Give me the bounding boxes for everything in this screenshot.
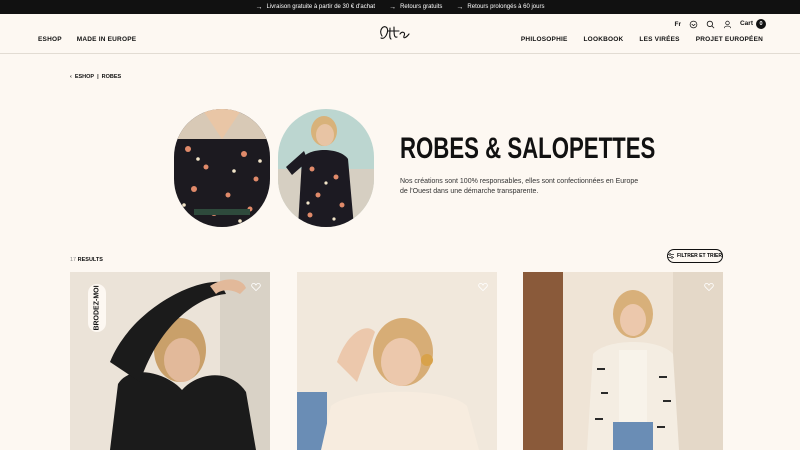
globe-icon[interactable] xyxy=(689,20,698,29)
product-badge: BRODEZ-MOI xyxy=(88,284,106,332)
header-utilities: Fr Cart 0 xyxy=(674,19,766,29)
promo-item[interactable]: → Retours gratuits xyxy=(389,4,442,11)
heart-icon[interactable] xyxy=(478,282,488,292)
primary-nav-right: PHILOSOPHIE LOOKBOOK LES VIRÉES PROJET E… xyxy=(521,36,763,43)
product-image xyxy=(523,272,723,450)
search-icon[interactable] xyxy=(706,20,715,29)
language-selector[interactable]: Fr xyxy=(674,21,681,28)
promo-item[interactable]: → Retours prolongés à 60 jours xyxy=(456,4,544,11)
hero-image-dress-closeup xyxy=(174,109,270,227)
breadcrumb-separator: | xyxy=(97,74,99,80)
promo-item[interactable]: → Livraison gratuite à partir de 30 € d'a… xyxy=(256,4,376,11)
nav-item-les-virees[interactable]: LES VIRÉES xyxy=(639,36,679,43)
filter-sort-button[interactable]: FILTRER ET TRIER xyxy=(667,249,723,263)
product-image xyxy=(297,272,497,450)
filter-icon xyxy=(668,253,675,259)
product-card[interactable] xyxy=(523,272,723,450)
nav-item-made-in-europe[interactable]: MADE IN EUROPE xyxy=(77,36,137,43)
cart-button[interactable]: Cart 0 xyxy=(740,19,766,29)
announcement-bar: → Livraison gratuite à partir de 30 € d'a… xyxy=(0,0,800,14)
nav-item-projet-europeen[interactable]: PROJET EUROPÉEN xyxy=(696,36,763,43)
arrow-right-icon: → xyxy=(255,3,263,11)
heart-icon[interactable] xyxy=(704,282,714,292)
breadcrumb: ‹ ESHOP | ROBES xyxy=(70,74,121,80)
account-icon[interactable] xyxy=(723,20,732,29)
nav-item-lookbook[interactable]: LOOKBOOK xyxy=(584,36,624,43)
arrow-right-icon: → xyxy=(389,3,397,11)
primary-nav-left: ESHOP MADE IN EUROPE xyxy=(38,36,136,43)
product-card[interactable] xyxy=(297,272,497,450)
breadcrumb-item-eshop[interactable]: ESHOP xyxy=(75,74,94,80)
brand-logo[interactable] xyxy=(376,20,416,46)
heart-icon[interactable] xyxy=(251,282,261,292)
nav-item-philosophie[interactable]: PHILOSOPHIE xyxy=(521,36,568,43)
arrow-right-icon: → xyxy=(456,3,464,11)
site-header: ESHOP MADE IN EUROPE Fr Cart 0 PHILOSOPHI… xyxy=(0,14,800,54)
cart-count-badge: 0 xyxy=(756,19,766,29)
results-count: 17 RESULTS xyxy=(70,257,103,263)
page-title: ROBES & SALOPETTES xyxy=(400,132,656,165)
chevron-left-icon: ‹ xyxy=(70,74,72,80)
category-description: Nos créations sont 100% responsables, el… xyxy=(400,178,639,195)
breadcrumb-item-robes[interactable]: ROBES xyxy=(102,74,122,80)
product-card[interactable]: BRODEZ-MOI xyxy=(70,272,270,450)
nav-item-eshop[interactable]: ESHOP xyxy=(38,36,62,43)
hero-image-dress-model xyxy=(278,109,374,227)
